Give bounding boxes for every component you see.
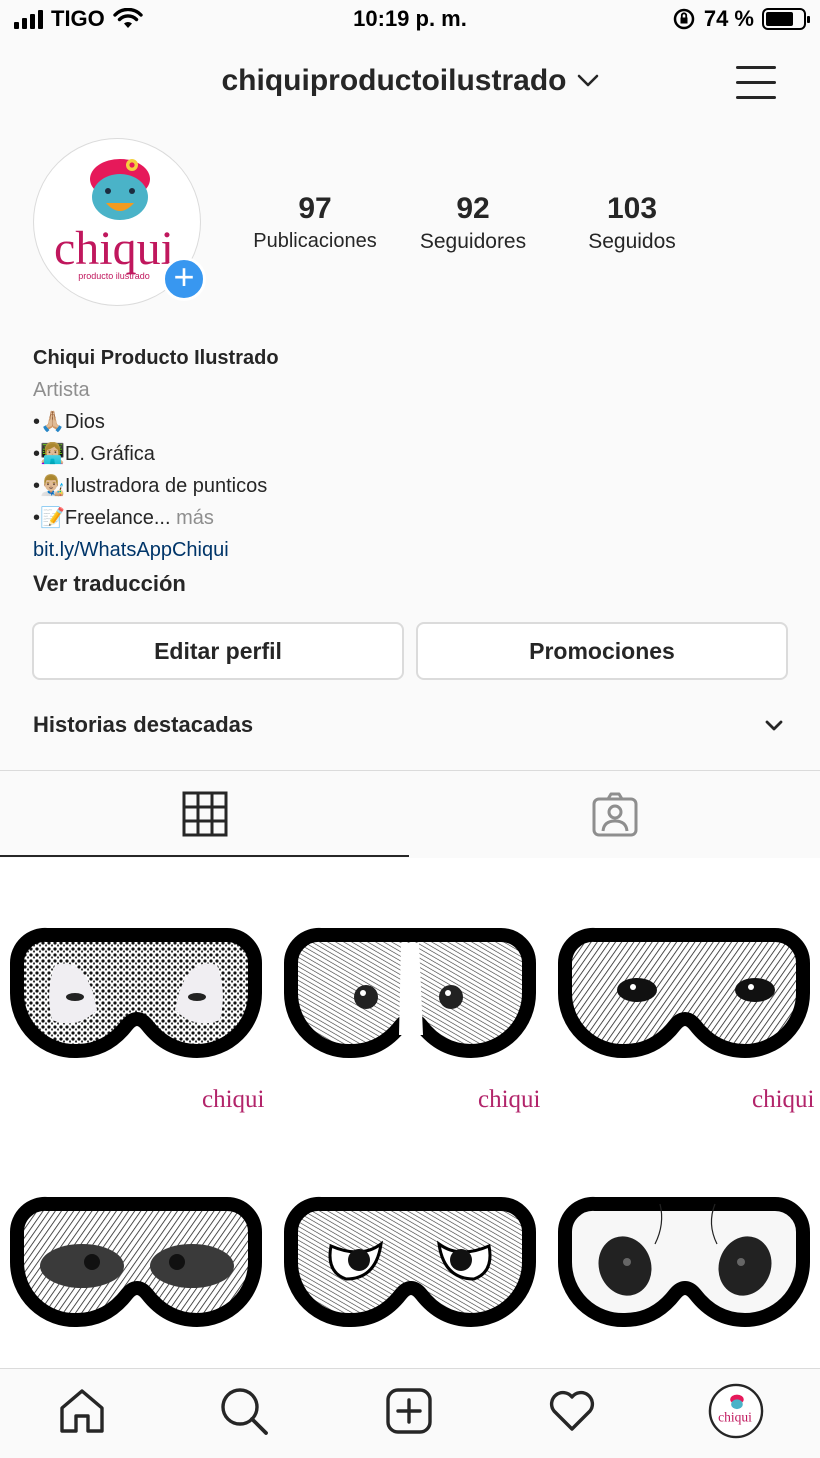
post-tile[interactable] bbox=[548, 1132, 820, 1368]
logo-wordmark: chiqui bbox=[54, 222, 174, 275]
orientation-lock-icon bbox=[673, 8, 695, 30]
posts-grid: chiqui chiqui chiqui bbox=[0, 858, 820, 1368]
tagged-person-icon bbox=[592, 792, 638, 837]
nav-search[interactable] bbox=[216, 1383, 272, 1439]
activity-heart-icon bbox=[549, 1390, 595, 1431]
profile-header: chiquiproductoilustrado bbox=[0, 64, 820, 98]
home-icon bbox=[60, 1389, 104, 1433]
status-bar: TIGO 10:19 p. m. 74 % bbox=[0, 0, 820, 40]
battery-icon bbox=[762, 8, 810, 30]
post-tile[interactable] bbox=[0, 1132, 272, 1368]
account-switcher[interactable]: chiquiproductoilustrado bbox=[222, 64, 599, 98]
search-icon bbox=[221, 1388, 268, 1435]
nav-profile[interactable]: chiqui bbox=[708, 1383, 764, 1439]
hamburger-menu-icon[interactable] bbox=[736, 64, 776, 100]
stat-value: 103 bbox=[606, 192, 658, 225]
post-tile[interactable]: chiqui bbox=[274, 858, 546, 1130]
chevron-down-icon bbox=[577, 74, 598, 87]
post-tile[interactable]: chiqui bbox=[548, 858, 820, 1130]
bio-line-truncated: •📝Freelance... más bbox=[33, 502, 793, 534]
tab-tagged[interactable] bbox=[410, 771, 820, 857]
bio-line: •📝Freelance... bbox=[33, 507, 171, 529]
bio-website-link[interactable]: bit.ly/WhatsAppChiqui bbox=[33, 534, 793, 566]
monkey-mask-image bbox=[0, 1187, 272, 1368]
avatar-wordmark: chiqui bbox=[718, 1410, 752, 1425]
instagram-profile-screen: TIGO 10:19 p. m. 74 % chiquiproductoilus… bbox=[0, 0, 820, 1458]
nav-home[interactable] bbox=[54, 1383, 110, 1439]
post-tile[interactable]: chiqui bbox=[0, 858, 272, 1130]
logo-subtitle: producto ilustrado bbox=[78, 271, 150, 281]
chevron-down-icon[interactable] bbox=[764, 716, 784, 736]
new-post-icon bbox=[386, 1388, 432, 1434]
stat-label: Seguidores bbox=[419, 230, 527, 253]
post-tile[interactable] bbox=[274, 1132, 546, 1368]
stat-followers[interactable]: 92 Seguidores bbox=[404, 192, 542, 254]
stat-value: 92 bbox=[456, 192, 490, 225]
promotions-button[interactable]: Promociones bbox=[416, 622, 788, 680]
chiqui-watermark: chiqui bbox=[752, 1086, 815, 1113]
bio-line: •👨🏼‍🎨Ilustradora de punticos bbox=[33, 475, 268, 497]
bio-line: •🙏🏼Dios bbox=[33, 411, 105, 433]
add-story-button[interactable]: + bbox=[162, 257, 206, 301]
active-tab-indicator bbox=[0, 855, 409, 857]
nav-new-post[interactable] bbox=[381, 1383, 437, 1439]
owl-mask-image bbox=[274, 1187, 546, 1368]
username-title: chiquiproductoilustrado bbox=[221, 64, 567, 97]
see-translation-link[interactable]: Ver traducción bbox=[33, 568, 793, 600]
chiqui-watermark: chiqui bbox=[478, 1086, 541, 1113]
grid-icon bbox=[182, 791, 228, 837]
stat-label: Seguidos bbox=[588, 230, 676, 253]
display-name: Chiqui Producto Ilustrado bbox=[33, 347, 279, 369]
edit-profile-button[interactable]: Editar perfil bbox=[32, 622, 404, 680]
more-link[interactable]: más bbox=[176, 507, 214, 529]
nav-activity[interactable] bbox=[544, 1383, 600, 1439]
stat-value: 97 bbox=[298, 192, 332, 225]
bio-line: •👩🏼‍💻D. Gráfica bbox=[33, 443, 155, 465]
story-highlights-title[interactable]: Historias destacadas bbox=[33, 712, 253, 738]
stat-label: Publicaciones bbox=[253, 230, 377, 252]
profile-category: Artista bbox=[33, 379, 90, 401]
tab-grid[interactable] bbox=[0, 771, 410, 857]
chiqui-watermark: chiqui bbox=[202, 1086, 265, 1113]
stat-following[interactable]: 103 Seguidos bbox=[570, 192, 694, 254]
profile-bio: Chiqui Producto Ilustrado Artista •🙏🏼Dio… bbox=[33, 342, 793, 600]
stat-posts[interactable]: 97 Publicaciones bbox=[244, 192, 386, 253]
panda-mask-image bbox=[548, 1187, 820, 1368]
bottom-navigation: chiqui bbox=[0, 1368, 820, 1458]
battery-percent: 74 % bbox=[703, 6, 754, 31]
profile-avatar-icon: chiqui bbox=[708, 1383, 764, 1439]
